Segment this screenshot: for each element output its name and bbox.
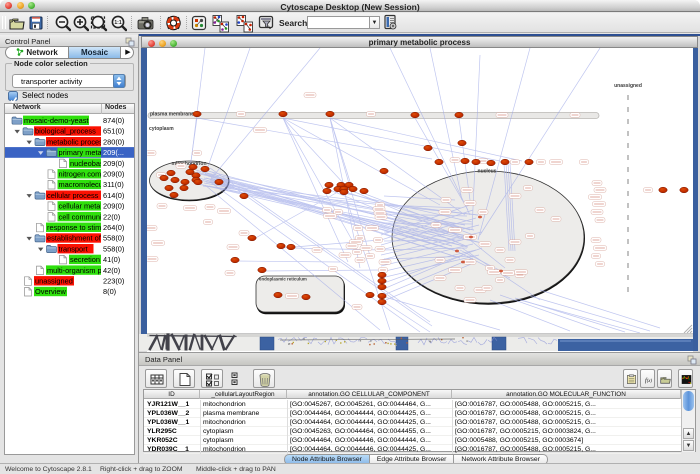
- svg-text:unassigned: unassigned: [35, 277, 73, 286]
- svg-text:223(0): 223(0): [103, 277, 124, 286]
- svg-text:metabolic process: metabolic process: [47, 137, 107, 146]
- svg-text:8(0): 8(0): [103, 287, 116, 296]
- svg-text:cellular process: cellular process: [47, 191, 99, 200]
- svg-text:multi-organism pro: multi-organism pro: [47, 266, 108, 275]
- svg-text:endoplasmic reticulum: endoplasmic reticulum: [259, 277, 307, 282]
- svg-text:nitrogen compo: nitrogen compo: [59, 170, 110, 179]
- svg-text:mosaic-demo-yeast: mosaic-demo-yeast: [24, 116, 88, 125]
- svg-text:209(0): 209(0): [103, 202, 124, 211]
- svg-text:cellular metabo: cellular metabo: [59, 202, 109, 211]
- svg-text:biological_process: biological_process: [35, 127, 96, 136]
- svg-text:establishment of lo: establishment of lo: [47, 234, 109, 243]
- svg-text:1:1: 1:1: [114, 20, 121, 26]
- svg-text:f(x): f(x): [645, 377, 652, 384]
- svg-text:22(0): 22(0): [103, 212, 120, 221]
- svg-text:secretion: secretion: [70, 255, 100, 264]
- svg-text:874(0): 874(0): [103, 116, 124, 125]
- svg-text:558(0): 558(0): [103, 234, 124, 243]
- svg-text:41(0): 41(0): [103, 255, 120, 264]
- svg-text:651(0): 651(0): [103, 127, 124, 136]
- svg-text:transport: transport: [59, 244, 88, 253]
- svg-text:Overview: Overview: [35, 287, 66, 296]
- svg-text:response to stimulu: response to stimulu: [47, 223, 111, 232]
- svg-text:cytoplasm: cytoplasm: [149, 126, 174, 132]
- svg-text:nucleus: nucleus: [478, 169, 497, 175]
- svg-text:209(0): 209(0): [103, 170, 124, 179]
- svg-text:plasma membrane: plasma membrane: [150, 112, 194, 118]
- svg-text:209(...: 209(...: [103, 148, 124, 157]
- svg-text:280(0): 280(0): [103, 137, 124, 146]
- svg-text:209(0): 209(0): [103, 159, 124, 168]
- svg-text:264(0): 264(0): [103, 223, 124, 232]
- svg-text:42(0): 42(0): [103, 266, 120, 275]
- svg-text:614(0): 614(0): [103, 191, 124, 200]
- svg-text:unassigned: unassigned: [614, 83, 642, 89]
- svg-text:311(0): 311(0): [103, 180, 124, 189]
- svg-text:558(0): 558(0): [103, 244, 124, 253]
- svg-text:macromolecule: macromolecule: [59, 180, 109, 189]
